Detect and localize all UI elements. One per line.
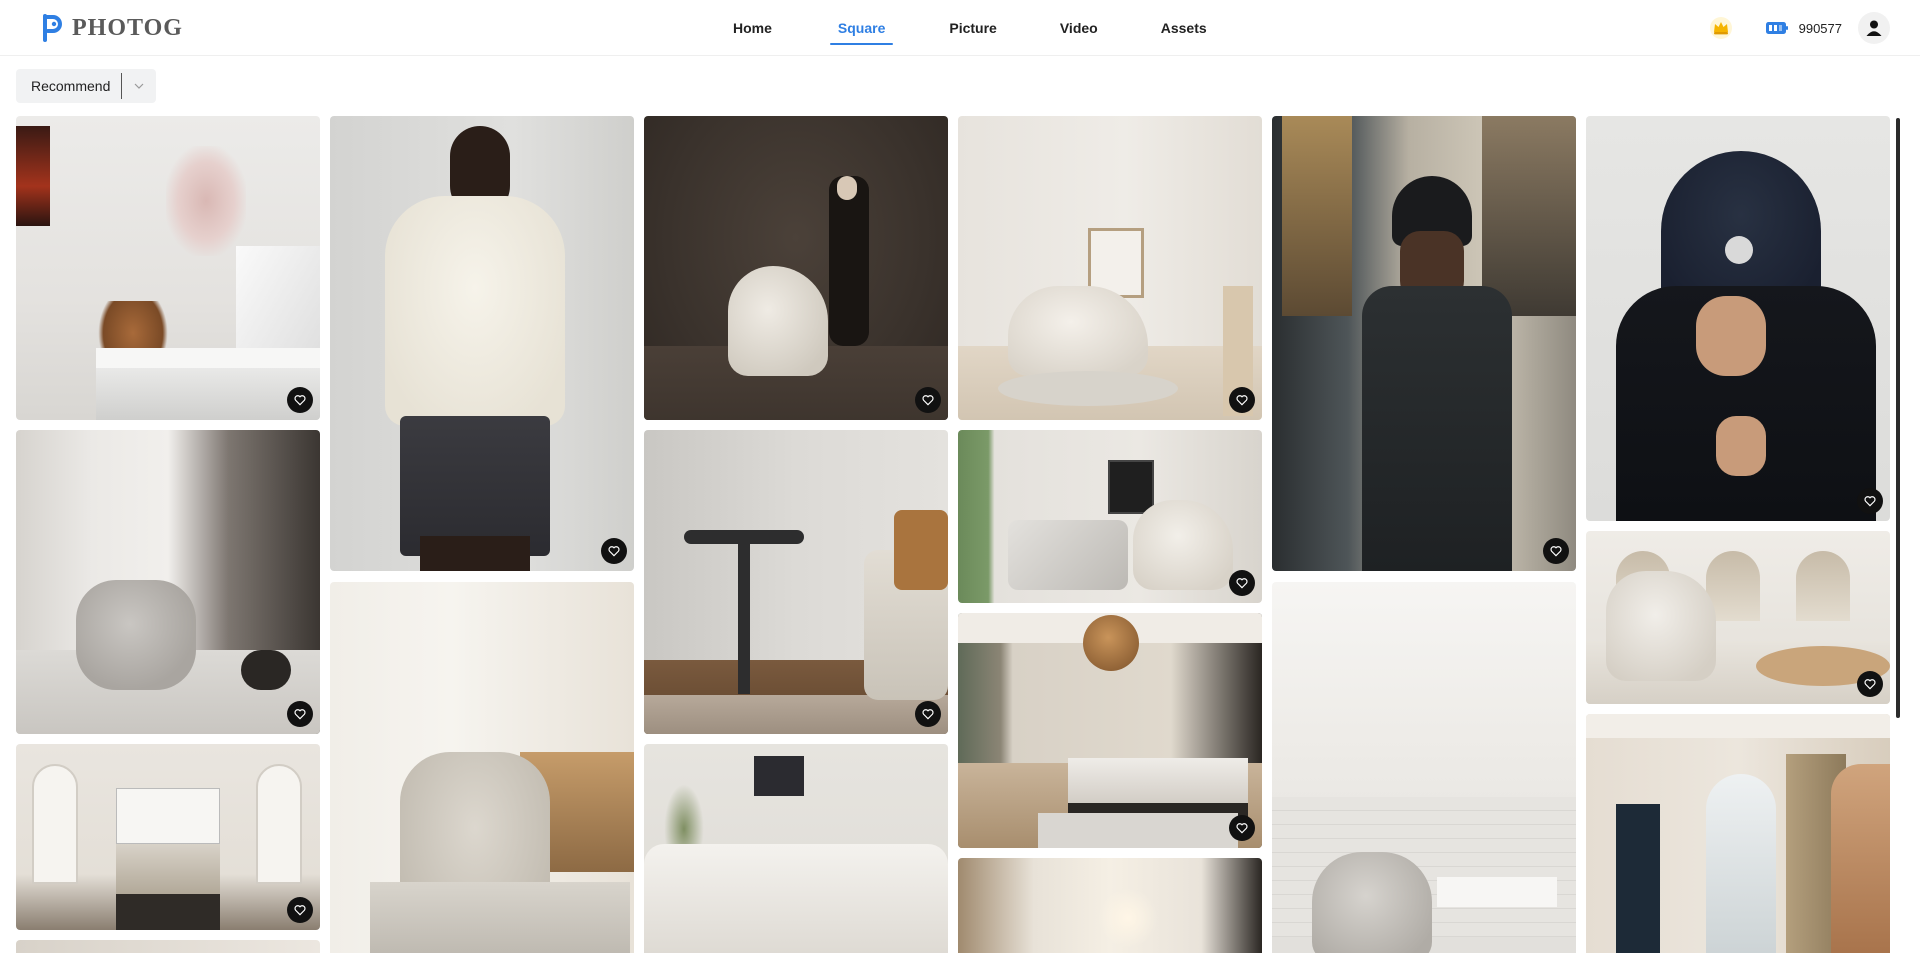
gallery-tile-arched-window-room[interactable] — [1586, 714, 1890, 953]
nav-video[interactable]: Video — [1056, 0, 1102, 56]
favorite-button[interactable] — [1229, 570, 1255, 596]
gallery-tile-marble-table-chair[interactable] — [958, 430, 1262, 603]
heart-icon — [294, 395, 306, 406]
user-icon — [1866, 20, 1882, 36]
gallery-tile-man-in-beanie-coat[interactable] — [1272, 116, 1576, 571]
chevron-down-icon[interactable] — [122, 69, 156, 103]
nav-video-label: Video — [1059, 20, 1098, 36]
token-icon[interactable] — [1765, 20, 1789, 36]
gallery-tile-teddy-bear-desk[interactable] — [16, 116, 320, 420]
heart-icon — [1236, 578, 1248, 589]
gallery-tile-white-sectional-sofa[interactable] — [644, 744, 948, 953]
sort-selected-value: Recommend — [31, 78, 111, 94]
nav-home-label: Home — [733, 20, 772, 36]
nav-square-label: Square — [837, 20, 886, 36]
gallery-tile-armchair-tiled-wall[interactable] — [1272, 582, 1576, 953]
account-area: 990577 — [1709, 11, 1890, 45]
favorite-button[interactable] — [915, 387, 941, 413]
gallery-tile-lamp-corner-room-2[interactable] — [958, 858, 1262, 953]
credits-count: 990577 — [1798, 20, 1842, 36]
heart-icon — [922, 709, 934, 720]
main-nav: Home Square Picture Video Assets — [700, 0, 1211, 56]
gallery-tile-man-walking-chair[interactable] — [644, 116, 948, 420]
favorite-button[interactable] — [287, 701, 313, 727]
nav-assets-label: Assets — [1160, 20, 1207, 36]
favorite-button[interactable] — [287, 387, 313, 413]
vertical-scrollbar[interactable] — [1896, 118, 1900, 718]
gallery-tile-beanie-face-cover[interactable] — [1586, 116, 1890, 521]
brand-logo[interactable]: PHOTOG — [42, 13, 183, 43]
heart-icon — [294, 905, 306, 916]
gallery-tile-side-table-sofa[interactable] — [644, 430, 948, 734]
heart-icon — [294, 709, 306, 720]
top-header: PHOTOG Home Square Picture Video Assets … — [0, 0, 1920, 56]
favorite-button[interactable] — [1857, 488, 1883, 514]
gallery-tile-lamp-corner-room[interactable] — [16, 940, 320, 953]
logo-mark-icon — [43, 14, 62, 42]
nav-assets[interactable]: Assets — [1157, 0, 1211, 56]
heart-icon — [608, 546, 620, 557]
gallery-tile-arched-niches-chair[interactable] — [1586, 531, 1890, 704]
gallery-tile-bedroom-pendant-lamp[interactable] — [958, 613, 1262, 848]
sort-dropdown[interactable]: Recommend — [16, 69, 156, 103]
heart-icon — [1550, 546, 1562, 557]
heart-icon — [1864, 679, 1876, 690]
favorite-button[interactable] — [1857, 671, 1883, 697]
heart-icon — [1236, 823, 1248, 834]
gallery-tile-grey-armchair-interior[interactable] — [16, 430, 320, 734]
gallery-tile-lounge-chair-window[interactable] — [330, 582, 634, 953]
favorite-button[interactable] — [1229, 387, 1255, 413]
avatar[interactable] — [1858, 12, 1890, 44]
crown-icon[interactable] — [1709, 16, 1733, 40]
nav-home[interactable]: Home — [729, 0, 776, 56]
heart-icon — [1864, 496, 1876, 507]
nav-picture[interactable]: Picture — [945, 0, 1000, 56]
favorite-button[interactable] — [1543, 538, 1569, 564]
gallery-tile-cream-hoodie-model[interactable] — [330, 116, 634, 571]
favorite-button[interactable] — [601, 538, 627, 564]
heart-icon — [1236, 395, 1248, 406]
nav-square[interactable]: Square — [829, 0, 894, 56]
gallery-tile-swivel-chair-room[interactable] — [958, 116, 1262, 420]
heart-icon — [922, 395, 934, 406]
favorite-button[interactable] — [915, 701, 941, 727]
nav-picture-label: Picture — [949, 20, 997, 36]
favorite-button[interactable] — [1229, 815, 1255, 841]
favorite-button[interactable] — [287, 897, 313, 923]
gallery-tile-bedroom-arched-doors[interactable] — [16, 744, 320, 930]
image-gallery — [0, 0, 1920, 953]
brand-name: PHOTOG — [72, 14, 183, 41]
